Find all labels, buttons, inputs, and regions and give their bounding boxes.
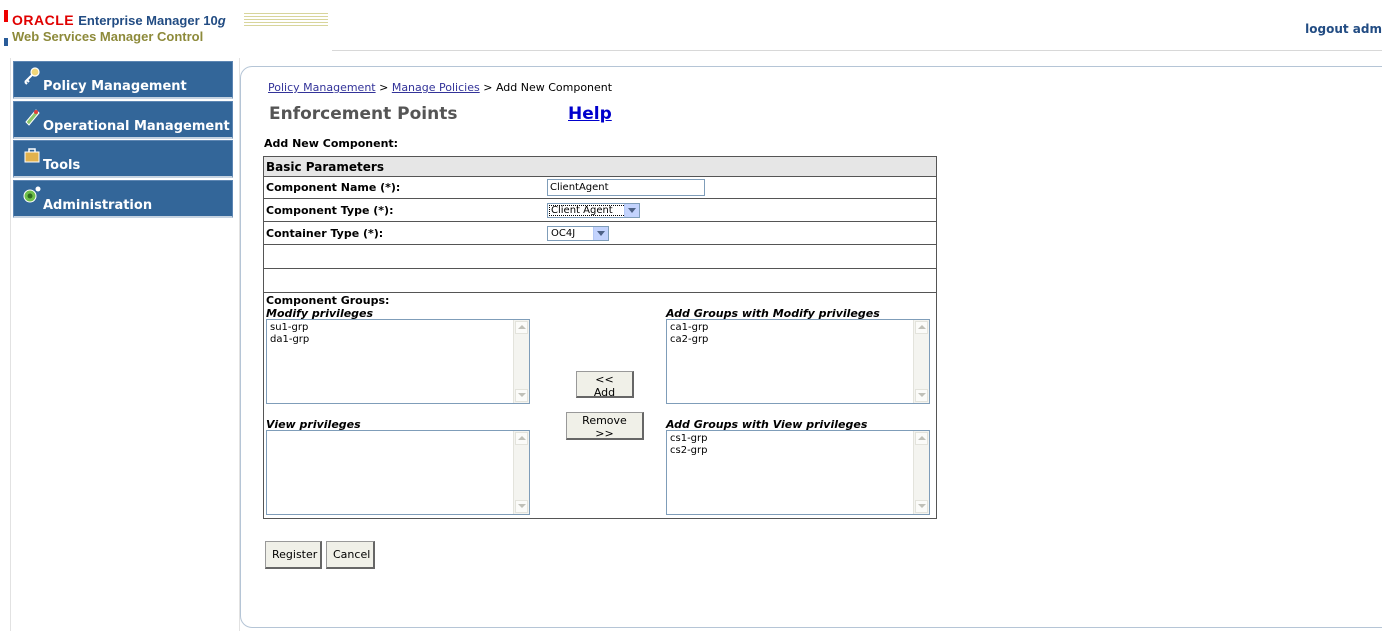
empty-row [264, 245, 936, 269]
list-item[interactable]: ca2-grp [667, 334, 929, 346]
sidebar-item-label: Operational Management [43, 119, 230, 134]
scroll-up-icon[interactable] [515, 321, 528, 334]
sidebar-item-label: Tools [43, 158, 81, 173]
scrollbar[interactable] [513, 320, 529, 403]
product-name-g: g [217, 13, 226, 28]
component-type-select[interactable]: Client Agent [547, 203, 640, 218]
scrollbar[interactable] [913, 431, 929, 514]
scrollbar[interactable] [513, 431, 529, 514]
sidebar-item-operational-management[interactable]: Operational Management [13, 101, 233, 139]
product-name: Enterprise Manager 10 [78, 13, 218, 28]
component-name-label: Component Name (*): [266, 181, 401, 194]
key-icon [22, 66, 42, 86]
container-type-label: Container Type (*): [266, 227, 384, 240]
scroll-down-icon[interactable] [915, 500, 928, 513]
chevron-down-icon[interactable] [624, 204, 639, 217]
remove-button[interactable]: Remove >> [566, 412, 644, 440]
section-title: Basic Parameters [266, 160, 384, 174]
view-privileges-list[interactable] [266, 430, 530, 515]
list-item[interactable]: su1-grp [267, 322, 529, 334]
chevron-down-icon[interactable] [593, 227, 608, 240]
breadcrumb: Policy Management > Manage Policies > Ad… [268, 81, 612, 94]
sidebar-item-tools[interactable]: Tools [13, 140, 233, 178]
scroll-down-icon[interactable] [515, 389, 528, 402]
list-item[interactable]: da1-grp [267, 334, 529, 346]
list-item[interactable]: ca1-grp [667, 322, 929, 334]
component-groups-label: Component Groups: [266, 294, 390, 307]
component-name-input[interactable]: ClientAgent [547, 179, 705, 196]
product-logo: ORACLE Enterprise Manager 10g [12, 13, 226, 29]
list-item[interactable]: cs1-grp [667, 433, 929, 445]
scroll-up-icon[interactable] [515, 432, 528, 445]
container-type-select[interactable]: OC4J [547, 226, 609, 241]
scroll-down-icon[interactable] [915, 389, 928, 402]
sidebar: Policy Management Operational Management… [10, 58, 240, 631]
sidebar-item-administration[interactable]: Administration [13, 180, 233, 218]
logout-link[interactable]: logout adm [1305, 22, 1382, 36]
people-gear-icon [22, 185, 42, 205]
gauge-icon [22, 106, 42, 126]
sidebar-item-label: Administration [43, 198, 153, 213]
header-stripes [244, 13, 328, 27]
add-modify-groups-list[interactable]: ca1-grp ca2-grp [666, 319, 930, 404]
scroll-up-icon[interactable] [915, 321, 928, 334]
sidebar-item-label: Policy Management [43, 79, 187, 94]
oracle-logo-text: ORACLE [12, 12, 75, 28]
component-type-value: Client Agent [551, 205, 613, 216]
form-subheading: Add New Component: [264, 137, 399, 150]
register-button[interactable]: Register [265, 541, 322, 569]
list-item[interactable]: cs2-grp [667, 445, 929, 457]
header-divider [332, 50, 1382, 51]
add-view-groups-list[interactable]: cs1-grp cs2-grp [666, 430, 930, 515]
header-accent [0, 0, 8, 48]
container-type-value: OC4J [551, 228, 576, 239]
cancel-button[interactable]: Cancel [326, 541, 375, 569]
section-header: Basic Parameters [264, 157, 936, 177]
sidebar-item-policy-management[interactable]: Policy Management [13, 61, 233, 99]
toolbox-icon [22, 145, 42, 165]
breadcrumb-policy-management[interactable]: Policy Management [268, 81, 376, 94]
breadcrumb-separator: > [479, 81, 496, 94]
page-title: Enforcement Points [269, 104, 458, 124]
empty-row [264, 269, 936, 293]
product-subtitle: Web Services Manager Control [12, 29, 204, 44]
scroll-up-icon[interactable] [915, 432, 928, 445]
add-button[interactable]: << Add [576, 371, 634, 399]
component-type-label: Component Type (*): [266, 204, 394, 217]
help-link[interactable]: Help [568, 104, 612, 124]
breadcrumb-separator: > [375, 81, 392, 94]
scroll-down-icon[interactable] [515, 500, 528, 513]
scrollbar[interactable] [913, 320, 929, 403]
breadcrumb-current: Add New Component [495, 81, 613, 94]
breadcrumb-manage-policies[interactable]: Manage Policies [392, 81, 480, 94]
modify-privileges-list[interactable]: su1-grp da1-grp [266, 319, 530, 404]
